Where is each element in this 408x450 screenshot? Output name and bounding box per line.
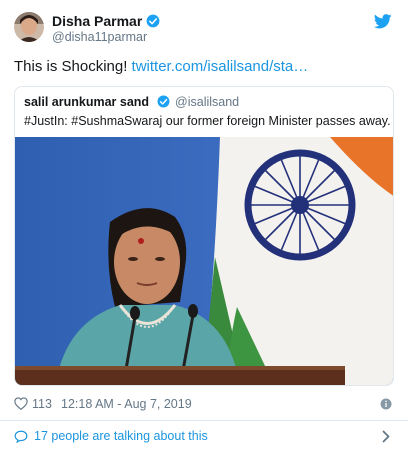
avatar[interactable] [14, 12, 44, 42]
tweet-meta: 113 12:18 AM - Aug 7, 2019 [14, 396, 394, 414]
quoted-text: #JustIn: #SushmaSwaraj our former foreig… [24, 114, 391, 128]
twitter-bird-icon[interactable] [373, 14, 392, 34]
tweet-timestamp[interactable]: 12:18 AM - Aug 7, 2019 [61, 397, 192, 411]
tweet-body: This is Shocking! [14, 58, 132, 75]
tweet-card: Disha Parmar @disha11parmar This is Shoc… [0, 0, 408, 450]
quoted-author-handle[interactable]: @isalilsand [175, 95, 239, 109]
verified-badge-icon [157, 95, 170, 111]
quoted-header: salil arunkumar sand @isalilsand [24, 95, 239, 111]
tweet-header: Disha Parmar @disha11parmar [14, 12, 394, 46]
tweet-text: This is Shocking! twitter.com/isalilsand… [14, 58, 308, 75]
author-handle[interactable]: @disha11parmar [52, 30, 147, 44]
author-name[interactable]: Disha Parmar [52, 13, 160, 31]
quoted-author-name[interactable]: salil arunkumar sand [24, 95, 149, 109]
like-count[interactable]: 113 [32, 397, 52, 411]
verified-badge-icon [146, 14, 160, 31]
heart-icon[interactable] [14, 397, 28, 413]
comment-bubble-icon [14, 430, 28, 446]
chevron-right-icon[interactable] [382, 430, 390, 446]
divider [0, 420, 408, 421]
quoted-tweet[interactable]: salil arunkumar sand @isalilsand #JustIn… [14, 86, 394, 386]
quoted-photo[interactable] [15, 137, 393, 385]
tweet-link[interactable]: twitter.com/isalilsand/sta… [132, 58, 309, 75]
conversation-link[interactable]: 17 people are talking about this [14, 428, 394, 446]
author-name-text[interactable]: Disha Parmar [52, 13, 142, 29]
info-icon[interactable] [380, 398, 392, 413]
talking-count[interactable]: 17 people are talking about this [34, 429, 208, 443]
